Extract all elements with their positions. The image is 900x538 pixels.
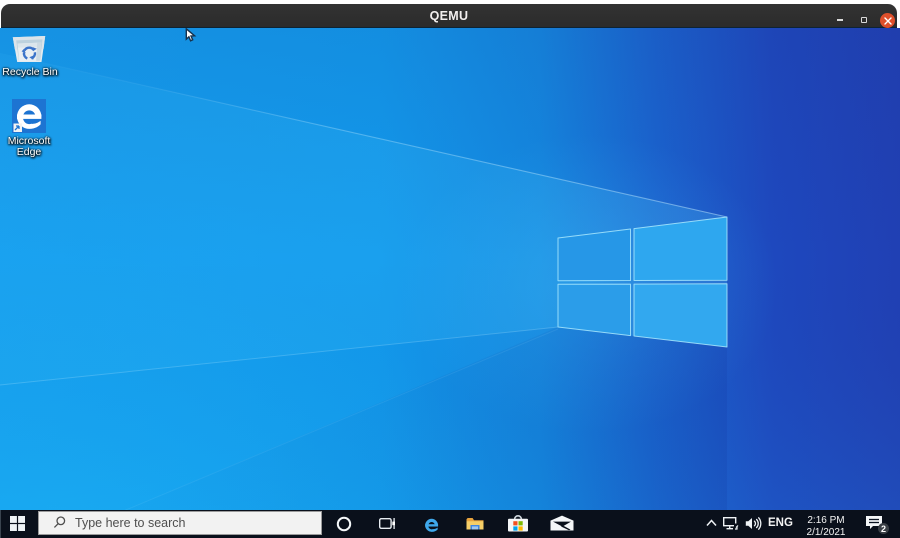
svg-text:2: 2 — [881, 524, 886, 534]
